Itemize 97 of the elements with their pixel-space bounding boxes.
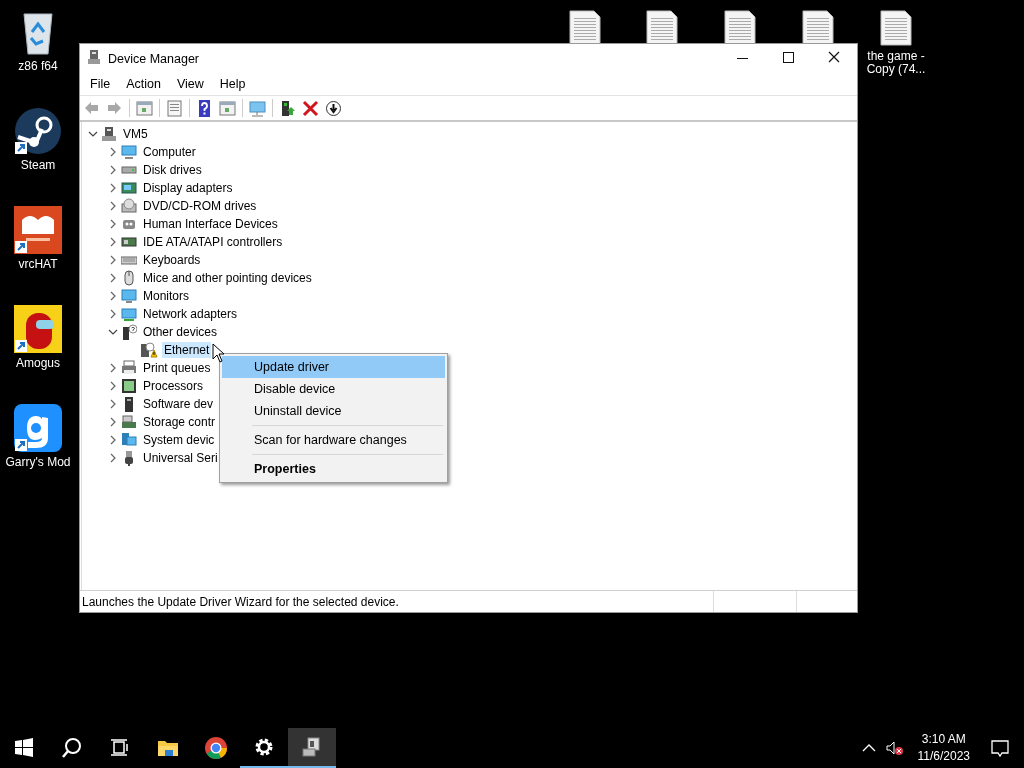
printer-icon <box>121 360 137 376</box>
icon-label[interactable]: Amogus <box>3 357 73 370</box>
controller-icon <box>121 234 137 250</box>
status-text: Launches the Update Driver Wizard for the selected device. <box>81 594 400 609</box>
tree-item[interactable]: VM5 <box>121 126 150 142</box>
chevron-icon[interactable] <box>108 435 118 445</box>
disc-drive-icon <box>121 198 137 214</box>
chevron-icon[interactable] <box>108 417 118 427</box>
device-manager-button[interactable] <box>288 728 336 768</box>
device-manager-icon <box>87 48 101 65</box>
mouse-icon <box>121 270 137 286</box>
chevron-icon[interactable] <box>108 453 118 463</box>
unknown-device-icon <box>121 324 137 340</box>
tree-item[interactable]: Storage contr <box>141 414 218 430</box>
document-icon[interactable] <box>645 10 679 46</box>
chevron-icon[interactable] <box>108 219 118 229</box>
chevron-icon[interactable] <box>108 309 118 319</box>
chevron-icon[interactable] <box>108 327 118 337</box>
menu-item[interactable]: View <box>168 77 212 91</box>
icon-label[interactable]: Steam <box>3 159 73 172</box>
tree-item[interactable]: Print queues <box>141 360 213 376</box>
windows-logo-icon <box>12 736 36 760</box>
chevron-icon[interactable] <box>108 165 118 175</box>
menu-item[interactable]: Update driver <box>222 356 445 378</box>
search-icon <box>60 736 84 760</box>
tree-item[interactable]: Processors <box>141 378 206 394</box>
tree-item[interactable]: Mice and other pointing devices <box>141 270 314 286</box>
menu-item[interactable]: Action <box>118 77 169 91</box>
tree-item[interactable]: Keyboards <box>141 252 203 268</box>
computer-icon <box>101 126 117 142</box>
chevron-icon[interactable] <box>108 363 118 373</box>
icon-label[interactable]: the game - Copy (74... <box>861 50 931 76</box>
menu-item[interactable]: Properties <box>222 458 445 480</box>
warning-device-icon <box>140 342 158 358</box>
processor-icon <box>121 378 137 394</box>
game-icon[interactable] <box>14 305 62 353</box>
mouse-pointer-icon <box>212 343 225 363</box>
menu-item[interactable]: Scan for hardware changes <box>222 429 445 451</box>
browser-icon <box>204 736 228 760</box>
download-button[interactable] <box>325 99 342 117</box>
tree-item[interactable]: Display adapters <box>141 180 235 196</box>
tree-item[interactable]: Human Interface Devices <box>141 216 280 232</box>
chevron-icon[interactable] <box>108 147 118 157</box>
chevron-icon[interactable] <box>88 129 98 139</box>
tree-item[interactable]: IDE ATA/ATAPI controllers <box>141 234 285 250</box>
chevron-up-icon[interactable] <box>861 743 876 753</box>
icon-label[interactable]: z86 f64 <box>3 60 73 73</box>
document-icon[interactable] <box>723 10 757 46</box>
tree-item[interactable]: Computer <box>141 144 198 160</box>
update-driver-button[interactable] <box>279 99 296 117</box>
menu-item[interactable]: Disable device <box>222 378 445 400</box>
chevron-icon[interactable] <box>108 291 118 301</box>
document-icon[interactable] <box>801 10 835 46</box>
remove-button[interactable] <box>302 99 319 117</box>
tree-item[interactable]: Universal Seri <box>141 450 220 466</box>
game-icon[interactable] <box>14 404 62 452</box>
chevron-icon[interactable] <box>108 255 118 265</box>
chevron-icon[interactable] <box>108 399 118 409</box>
window-icon[interactable] <box>219 99 236 117</box>
chevron-icon[interactable] <box>108 237 118 247</box>
icon-label[interactable]: vrcHAT <box>3 258 73 271</box>
window-title: Device Manager <box>108 51 200 66</box>
display-adapter-icon <box>121 180 137 196</box>
menu-item[interactable]: Help <box>211 77 254 91</box>
monitor-button[interactable] <box>249 99 266 117</box>
monitor-icon <box>121 288 137 304</box>
chevron-icon[interactable] <box>108 183 118 193</box>
help-button[interactable] <box>196 99 213 117</box>
tree-item[interactable]: Other devices <box>141 324 220 340</box>
chevron-icon[interactable] <box>108 381 118 391</box>
menu-item[interactable]: Uninstall device <box>222 400 445 422</box>
chevron-icon[interactable] <box>108 201 118 211</box>
system-icon <box>121 432 137 448</box>
tree-item[interactable]: Network adapters <box>141 306 240 322</box>
tree-item[interactable]: System devic <box>141 432 217 448</box>
storage-icon <box>121 414 137 430</box>
steam-icon[interactable] <box>14 107 62 155</box>
menu-item[interactable]: File <box>82 77 119 91</box>
clock[interactable]: 3:10 AM 11/6/2023 <box>913 731 974 765</box>
time-text: 3:10 AM <box>920 731 967 748</box>
app-icon[interactable] <box>14 206 62 254</box>
tree-item[interactable]: Monitors <box>141 288 191 304</box>
tree-item[interactable]: Software dev <box>141 396 216 412</box>
document-icon[interactable] <box>879 10 913 46</box>
tree-item[interactable]: DVD/CD-ROM drives <box>141 198 259 214</box>
notification-icon[interactable] <box>990 738 1010 758</box>
document-icon[interactable] <box>568 10 602 46</box>
chevron-icon[interactable] <box>108 273 118 283</box>
tree-item[interactable]: Disk drives <box>141 162 204 178</box>
properties-button[interactable] <box>166 99 183 117</box>
icon-label[interactable]: Garry's Mod <box>3 456 73 469</box>
computer-icon <box>121 144 137 160</box>
network-icon <box>121 306 137 322</box>
speaker-muted-icon[interactable] <box>885 740 904 756</box>
tree-item[interactable]: Ethernet <box>162 342 212 358</box>
date-text: 11/6/2023 <box>917 748 970 765</box>
window-icon[interactable] <box>136 99 153 117</box>
